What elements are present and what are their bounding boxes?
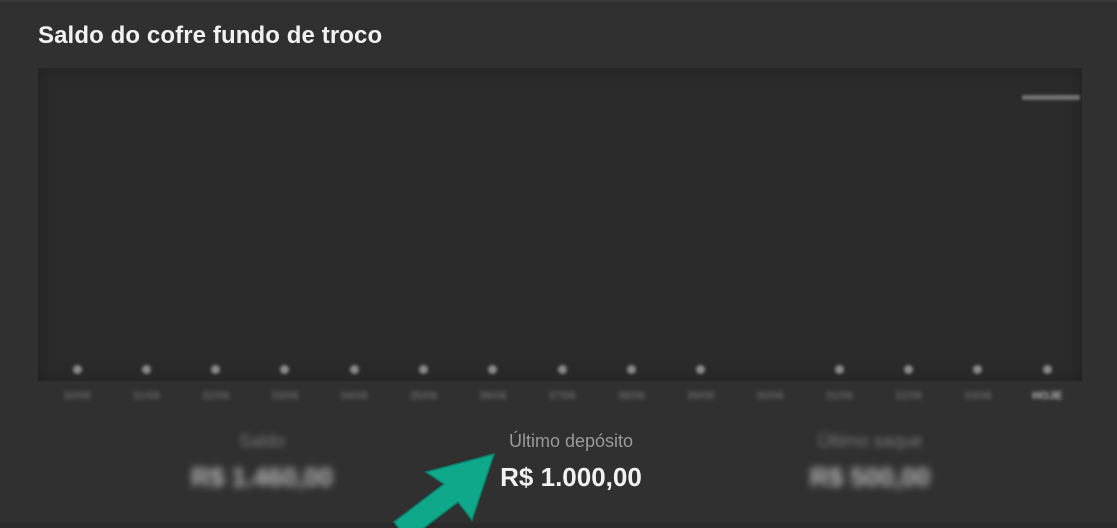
x-tick-label: 35/06	[409, 390, 438, 402]
x-tick-label: 31/06	[825, 390, 854, 402]
x-tick-label: 33/06	[964, 390, 992, 402]
x-tick-label: 30/06	[63, 390, 91, 402]
x-tick-label: 31/06	[132, 390, 161, 402]
x-tick-label: 32/06	[201, 390, 230, 402]
card-title: Saldo do cofre fundo de troco	[38, 22, 383, 49]
x-tick-label: 32/06	[894, 390, 923, 402]
x-tick-label: 38/06	[617, 390, 646, 402]
last-withdrawal-value: R$ 500,00	[810, 462, 930, 492]
x-tick-label: HOJE	[1032, 390, 1063, 402]
x-tick-label: 34/06	[340, 390, 368, 402]
x-tick-label: 37/06	[548, 390, 576, 402]
balance-chart	[38, 68, 1082, 381]
balance-label: Saldo	[238, 431, 286, 451]
last-withdrawal-label: Último saque	[817, 431, 923, 451]
chart-point	[557, 365, 567, 374]
chart-point	[349, 365, 359, 374]
x-tick-label: 36/06	[479, 390, 507, 402]
balance-stat: Saldo R$ 1.460,00	[132, 430, 392, 494]
chart-point	[834, 365, 844, 374]
chart-point	[72, 365, 82, 374]
chart-series-line	[1022, 95, 1080, 100]
x-tick-label: 39/06	[686, 390, 715, 402]
x-tick-label: 33/06	[271, 390, 299, 402]
arrow-pointer-icon	[392, 452, 496, 528]
balance-value: R$ 1.460,00	[191, 462, 333, 492]
chart-point	[419, 365, 428, 374]
balance-card: Saldo do cofre fundo de troco 30/06 31/06…	[0, 0, 1117, 528]
chart-point	[141, 365, 151, 374]
chart-point	[1042, 365, 1052, 374]
last-withdrawal-stat: Último saque R$ 500,00	[740, 430, 1000, 494]
chart-point	[626, 365, 636, 374]
x-tick-label: 30/06	[756, 390, 784, 402]
